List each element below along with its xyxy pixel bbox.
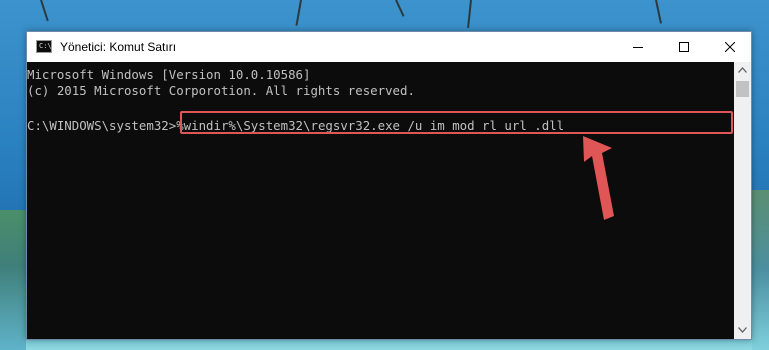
minimize-button[interactable]: [615, 32, 661, 62]
command-prompt-window[interactable]: C:\ Yönetici: Komut Satırı Microsoft Win…: [26, 31, 752, 340]
chevron-down-icon: [738, 327, 747, 333]
scroll-down-button[interactable]: [734, 322, 751, 339]
console-line-copyright: (c) 2015 Microsoft Corporotion. All righ…: [27, 83, 415, 98]
title-bar[interactable]: C:\ Yönetici: Komut Satırı: [27, 32, 751, 62]
wallpaper-foliage-left: [0, 210, 26, 350]
close-icon: [725, 42, 735, 52]
minimize-icon: [633, 47, 643, 48]
vertical-scrollbar[interactable]: [734, 62, 751, 339]
chevron-up-icon: [738, 67, 747, 73]
maximize-button[interactable]: [661, 32, 707, 62]
maximize-icon: [679, 42, 689, 52]
scroll-up-button[interactable]: [734, 62, 751, 79]
console-output[interactable]: Microsoft Windows [Version 10.0.10586] (…: [27, 62, 734, 339]
red-arrow-icon: [583, 136, 614, 220]
console-line-version: Microsoft Windows [Version 10.0.10586]: [27, 67, 311, 82]
window-title: Yönetici: Komut Satırı: [60, 40, 177, 54]
console-prompt: C:\WINDOWS\system32>: [27, 118, 177, 133]
close-button[interactable]: [707, 32, 753, 62]
cmd-icon-glyph: C:\: [39, 42, 52, 50]
scroll-thumb[interactable]: [736, 81, 749, 97]
command-highlight-box: [180, 111, 733, 134]
wallpaper-foliage-right: [752, 190, 769, 350]
cmd-icon[interactable]: C:\: [36, 40, 52, 53]
